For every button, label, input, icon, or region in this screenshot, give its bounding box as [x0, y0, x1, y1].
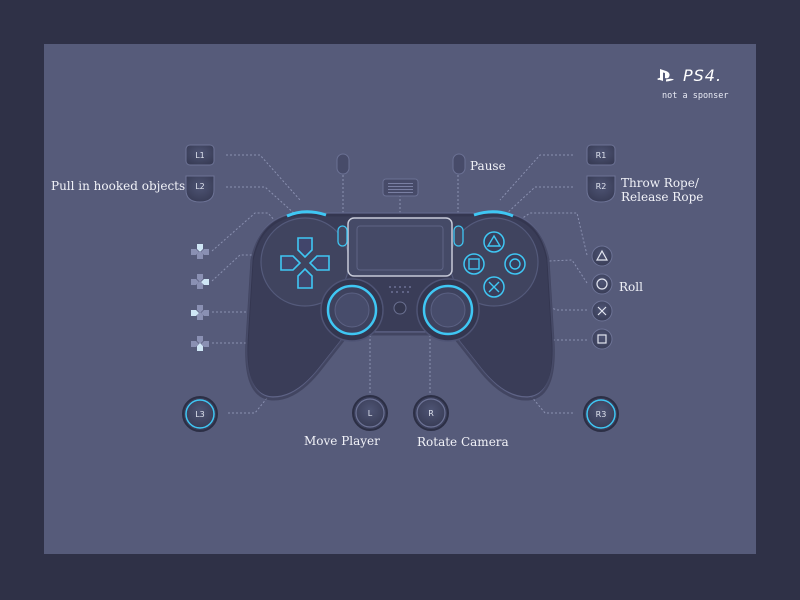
triangle-icon [591, 245, 613, 267]
share-indicator [336, 153, 350, 175]
touchpad-indicator [382, 178, 419, 197]
controller-body [245, 210, 555, 401]
dpad-left-icon [191, 305, 209, 320]
l2-button-label: L2 [195, 182, 205, 191]
label-right-stick-action: Rotate Camera [417, 435, 509, 449]
brand-note: not a sponser [662, 91, 729, 101]
right-stick-button[interactable]: R [413, 395, 449, 431]
left-stick-label: L [368, 409, 373, 418]
r2-button-label: R2 [596, 182, 607, 191]
brand-logo-text: PS4. [683, 66, 723, 85]
l3-button[interactable]: L3 [182, 396, 218, 432]
options-indicator [452, 153, 466, 175]
r3-button[interactable]: R3 [583, 396, 619, 432]
l1-button[interactable]: L1 [185, 144, 215, 166]
label-left-stick-action: Move Player [304, 434, 380, 448]
dpad-up-icon [191, 244, 209, 259]
label-r2-action: Throw Rope/ Release Rope [621, 176, 703, 204]
ps-home-button[interactable] [393, 301, 407, 315]
r1-button-label: R1 [596, 151, 607, 160]
circle-icon [591, 273, 613, 295]
right-thumbstick[interactable] [416, 278, 480, 342]
face-button-icons [591, 245, 613, 350]
left-stick-button[interactable]: L [352, 395, 388, 431]
touchpad[interactable] [347, 217, 453, 277]
label-circle-action: Roll [619, 280, 643, 294]
label-r2-action-line2: Release Rope [621, 190, 704, 204]
brand-logo: PS4. [657, 66, 731, 86]
label-r2-action-line1: Throw Rope/ [621, 176, 699, 190]
label-l2-action: Pull in hooked objects [51, 179, 186, 193]
right-stick-label: R [428, 409, 434, 418]
dpad-right-icon [191, 274, 209, 289]
options-button[interactable] [453, 225, 464, 247]
r3-button-label: R3 [596, 410, 607, 419]
cross-icon [591, 300, 613, 322]
l2-button[interactable]: L2 [185, 175, 215, 203]
label-options-action: Pause [470, 159, 506, 173]
l1-button-label: L1 [195, 151, 205, 160]
square-icon [591, 328, 613, 350]
r2-button[interactable]: R2 [586, 175, 616, 203]
r1-button[interactable]: R1 [586, 144, 616, 166]
dpad-icons [191, 244, 209, 351]
dpad-down-icon [191, 336, 209, 351]
left-thumbstick[interactable] [320, 278, 384, 342]
l3-button-label: L3 [195, 410, 205, 419]
controller-diagram: L1 L2 R1 R2 L3 L R R3 [182, 69, 674, 432]
share-button[interactable] [337, 225, 348, 247]
